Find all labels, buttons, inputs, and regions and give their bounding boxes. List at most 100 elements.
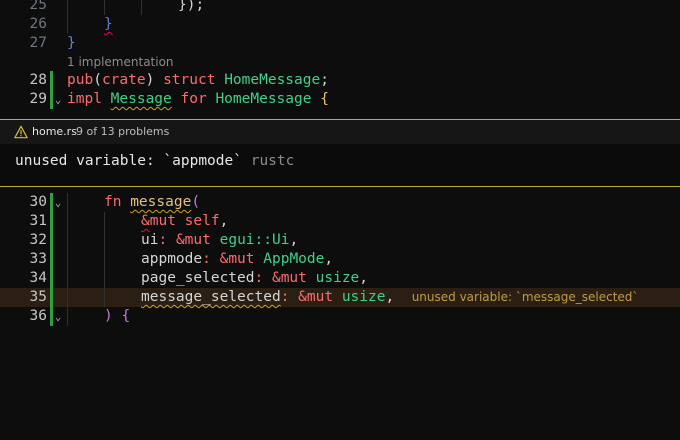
- indent-guide: [67, 288, 68, 307]
- code-text: appmode: &mut AppMode,: [141, 250, 333, 269]
- code-line[interactable]: 25 });: [0, 0, 680, 15]
- code-text: pub(crate) struct HomeMessage;: [67, 71, 329, 90]
- indent-guide: [67, 193, 68, 212]
- indent-guide: [104, 250, 105, 269]
- punct: ,: [359, 270, 369, 286]
- punct: (: [93, 72, 102, 88]
- line-number: 27: [29, 35, 47, 51]
- problem-peek-widget: home.rs 9 of 13 problems unused variable…: [0, 119, 680, 187]
- paren: (: [191, 194, 201, 210]
- keyword: crate: [101, 72, 146, 88]
- peek-header[interactable]: home.rs 9 of 13 problems: [0, 120, 680, 144]
- line-number: 36: [29, 308, 47, 324]
- code-text: ui: &mut egui::Ui,: [141, 231, 298, 250]
- punct: :: [202, 251, 211, 267]
- line-number: 31: [29, 213, 47, 229]
- code-line[interactable]: 29 ⌄ impl Message for HomeMessage {: [0, 90, 680, 109]
- punct: ): [145, 72, 164, 88]
- indent-guide: [67, 0, 68, 15]
- indent-guide: [67, 269, 68, 288]
- line-number: 34: [29, 270, 47, 286]
- code-text: impl Message for HomeMessage {: [67, 90, 329, 109]
- code-line[interactable]: 27 }: [0, 34, 680, 53]
- punct: ,: [385, 289, 395, 305]
- punct: :: [158, 232, 168, 248]
- code-line[interactable]: 34 page_selected: &mut usize,: [0, 269, 680, 288]
- indent-guide: [104, 231, 105, 250]
- modified-indicator: [50, 71, 53, 90]
- keyword: mut: [306, 289, 334, 305]
- keyword: for: [180, 91, 207, 107]
- modified-indicator: [50, 288, 53, 307]
- type-name: AppMode: [263, 251, 325, 267]
- operator: &: [141, 213, 150, 229]
- code-line[interactable]: 26 }: [0, 15, 680, 34]
- peek-file-name[interactable]: home.rs: [32, 120, 77, 144]
- type-name: usize: [341, 289, 386, 305]
- indent-guide: [104, 0, 105, 15]
- param-name: appmode: [141, 251, 203, 267]
- fold-chevron-icon[interactable]: ⌄: [52, 90, 64, 109]
- line-number: 30: [29, 194, 47, 210]
- problem-source: rustc: [250, 153, 295, 169]
- keyword: mut: [280, 270, 307, 286]
- code-line[interactable]: 31 &mut self,: [0, 212, 680, 231]
- punct: ,: [219, 213, 229, 229]
- code-line[interactable]: 32 ui: &mut egui::Ui,: [0, 231, 680, 250]
- punct: ;: [320, 72, 329, 88]
- keyword: mut: [149, 213, 176, 229]
- type-name: usize: [315, 270, 360, 286]
- line-number: 26: [29, 16, 47, 32]
- keyword: mut: [184, 232, 211, 248]
- code-text: ) {: [104, 308, 131, 324]
- code-editor-top: 25 }); 26 } 27 } 1 implementation 28 pub…: [0, 0, 680, 109]
- type-name: HomeMessage: [224, 72, 321, 88]
- punct: ,: [324, 251, 334, 267]
- self-keyword: self: [184, 213, 220, 229]
- type-name: HomeMessage: [215, 91, 312, 107]
- keyword: mut: [228, 251, 255, 267]
- param-name: page_selected: [141, 270, 255, 286]
- punct: ,: [289, 232, 299, 248]
- indent-guide: [104, 288, 105, 307]
- fold-chevron-icon[interactable]: ⌄: [52, 307, 64, 326]
- modified-indicator: [50, 231, 53, 250]
- code-text: message_selected: &mut usize, unused var…: [141, 288, 638, 307]
- peek-message[interactable]: unused variable: `appmode` rustc: [15, 152, 294, 171]
- code-text: fn message(: [104, 193, 200, 212]
- param-name: message_selected: [141, 289, 281, 305]
- code-line[interactable]: 36 ⌄ ) {: [0, 307, 680, 326]
- operator: &: [175, 232, 185, 248]
- param-name: ui: [141, 232, 159, 248]
- code-line-highlighted[interactable]: 35 message_selected: &mut usize, unused …: [0, 288, 680, 307]
- keyword: impl: [67, 91, 102, 107]
- type-name: Message: [110, 91, 172, 107]
- problem-message: unused variable: `appmode`: [15, 153, 242, 169]
- operator: &: [271, 270, 281, 286]
- code-line[interactable]: 30 ⌄ fn message(: [0, 193, 680, 212]
- punct: :: [280, 289, 290, 305]
- line-number: 28: [29, 72, 47, 88]
- codelens-implementations[interactable]: 1 implementation: [0, 53, 680, 71]
- modified-indicator: [50, 212, 53, 231]
- line-number: 25: [29, 0, 47, 13]
- indent-guide: [67, 212, 68, 231]
- code-text: }: [104, 16, 113, 32]
- code-text: });: [178, 0, 205, 13]
- indent-guide: [104, 269, 105, 288]
- code-text: &mut self,: [141, 212, 228, 231]
- fold-chevron-icon[interactable]: ⌄: [52, 193, 64, 212]
- line-number: 33: [29, 251, 47, 267]
- code-text: page_selected: &mut usize,: [141, 269, 368, 288]
- code-line[interactable]: 28 pub(crate) struct HomeMessage;: [0, 71, 680, 90]
- line-number: 35: [29, 289, 47, 305]
- type-name: egui::Ui: [219, 232, 290, 248]
- code-line[interactable]: 33 appmode: &mut AppMode,: [0, 250, 680, 269]
- code-text: }: [67, 35, 76, 51]
- modified-indicator: [50, 269, 53, 288]
- code-editor-bottom: 30 ⌄ fn message( 31 &mut self, 32 ui: &m…: [0, 193, 680, 326]
- line-number: 29: [29, 91, 47, 107]
- keyword: fn: [104, 194, 122, 210]
- indent-guide: [141, 0, 142, 15]
- peek-problem-count: 9 of 13 problems: [76, 125, 170, 138]
